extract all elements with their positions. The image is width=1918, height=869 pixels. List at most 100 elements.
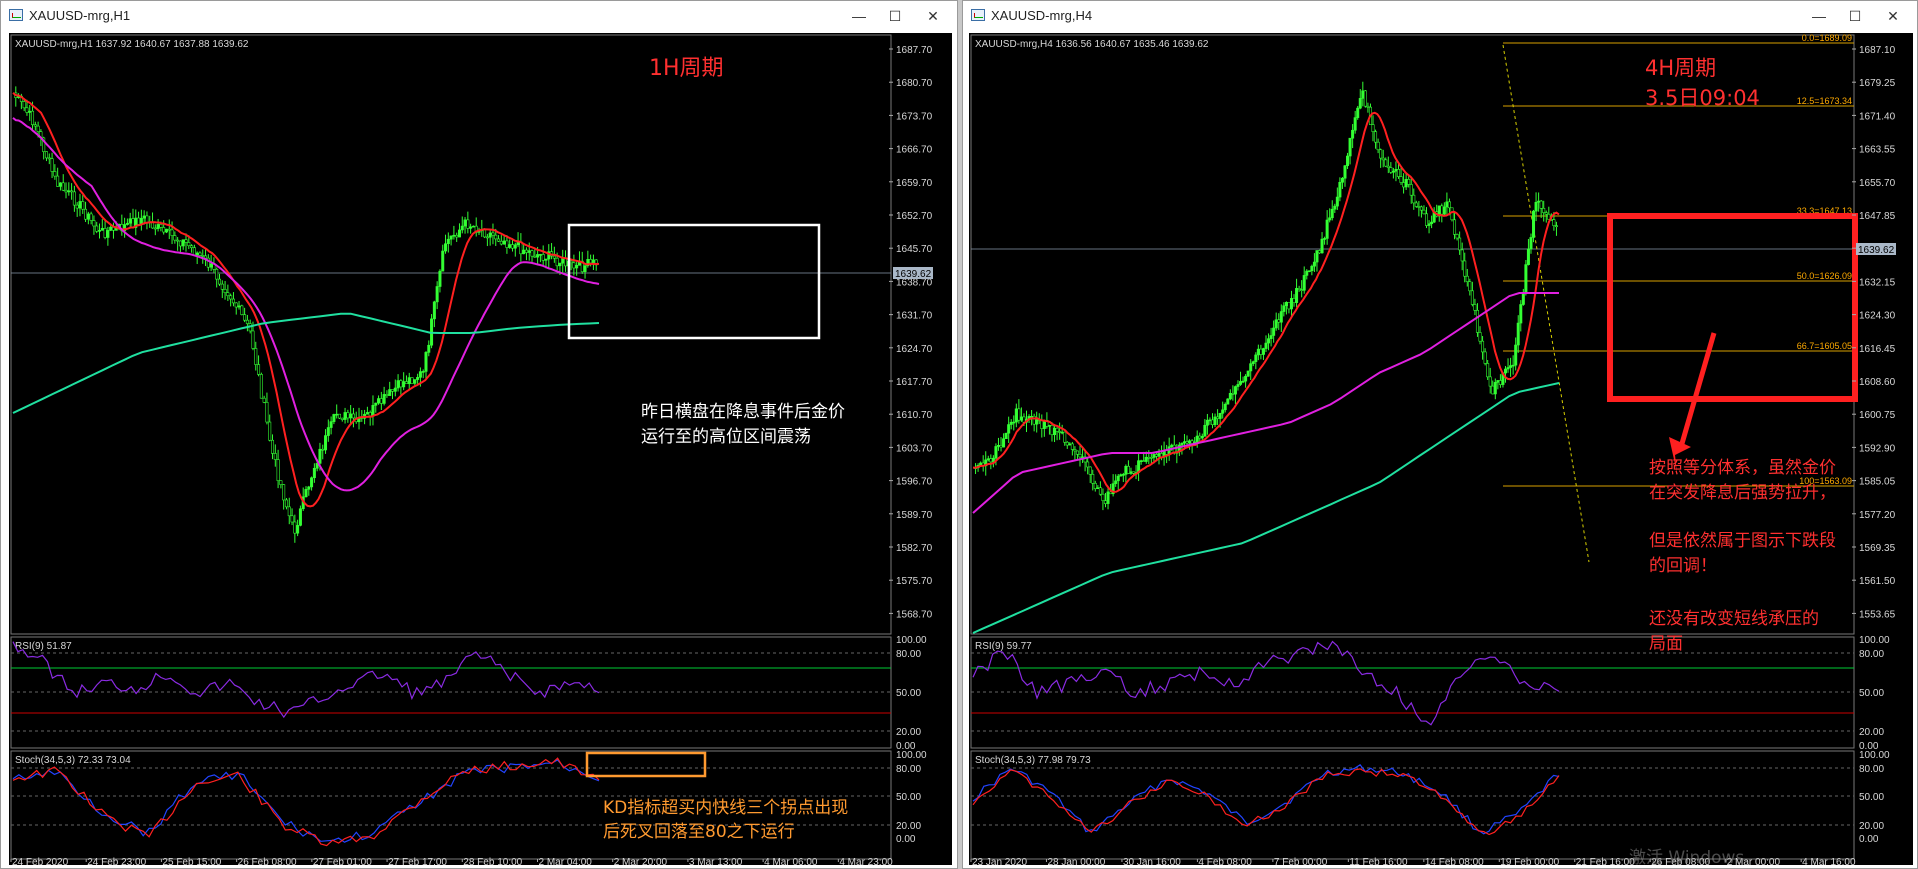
- candle-body: [1070, 443, 1074, 450]
- time-tick-label: 2 Mar 04:00: [538, 857, 592, 865]
- time-tick-label: 27 Feb 17:00: [388, 857, 447, 865]
- candle-body: [1114, 480, 1118, 484]
- candle-body: [1264, 342, 1268, 349]
- candle-body: [1223, 403, 1227, 411]
- price-tick-label: 1687.10: [1859, 45, 1896, 56]
- candle-body: [505, 240, 509, 248]
- price-tick-label: 1603.70: [896, 443, 933, 454]
- ma-mid-line: [972, 292, 1559, 514]
- fib-level-label: 12.5=1673.34: [1797, 96, 1852, 106]
- candle-body: [1320, 238, 1324, 254]
- candle-body: [1068, 443, 1072, 446]
- candle-body: [1088, 466, 1092, 475]
- candle-body: [1468, 281, 1472, 292]
- candle-body: [47, 157, 51, 160]
- candle-body: [201, 255, 205, 257]
- candle-body: [410, 377, 414, 384]
- time-axis: 24 Feb 2020 24 Feb 23:00 25 Feb 15:00 26 Fe…: [10, 857, 893, 865]
- close-button[interactable]: ✕: [1875, 5, 1911, 27]
- candle-body: [455, 234, 459, 238]
- candle-body: [67, 190, 71, 193]
- candle-body: [1404, 179, 1408, 188]
- candle-body: [167, 228, 171, 231]
- candle-body: [1047, 425, 1051, 427]
- candle-body: [402, 381, 406, 388]
- candle-body: [1030, 415, 1034, 418]
- candle-body: [1458, 237, 1462, 251]
- candle-body: [1394, 168, 1398, 172]
- candle-body: [1007, 424, 1011, 434]
- candle-body: [994, 446, 998, 459]
- candle-body: [61, 182, 65, 191]
- time-tick-label: 2 Mar 20:00: [614, 857, 668, 865]
- candle-body: [1188, 440, 1192, 444]
- candle-body: [1427, 223, 1431, 226]
- candle-body: [137, 217, 141, 225]
- rsi-level-label: 100.00: [1859, 635, 1890, 646]
- candle-body: [427, 344, 431, 353]
- candle-body: [1305, 270, 1309, 276]
- candle-body: [460, 225, 464, 231]
- candle-body: [251, 330, 255, 349]
- candle-body: [1139, 460, 1143, 462]
- candle-body: [488, 232, 492, 238]
- candle-body: [391, 389, 395, 392]
- candle-body: [552, 255, 556, 259]
- candle-body: [1511, 364, 1515, 367]
- note1-line-1: 按照等分体系，虽然金价: [1649, 458, 1836, 478]
- candle-body: [396, 380, 400, 389]
- candle-body: [1389, 167, 1393, 173]
- candle-body: [1419, 206, 1423, 211]
- stoch-level-labels: 100.00 80.00 50.00 20.00 0.00: [896, 750, 927, 845]
- stoch-level-label: 80.00: [896, 764, 921, 775]
- fib-level-label: 0.0=1689.09: [1802, 33, 1852, 43]
- note2-line-2: 的回调！: [1649, 556, 1717, 576]
- note2-line-1: 但是依然属于图示下跌段: [1649, 531, 1836, 551]
- price-tick-label: 1608.60: [1859, 377, 1896, 388]
- rsi-level-label: 50.00: [896, 688, 921, 699]
- chart-window-h1[interactable]: XAUUSD-mrg,H1 — ☐ ✕ XAUUSD-mrg,H1 1637.9…: [0, 0, 958, 869]
- candle-body: [349, 413, 353, 419]
- candle-body: [1129, 471, 1133, 474]
- candle-body: [1086, 461, 1090, 468]
- candle-body: [1205, 419, 1209, 426]
- candle-body: [558, 262, 562, 267]
- price-axis: 1687.10 1679.25 1671.40 1663.55 1655.70 1647.…: [1852, 45, 1896, 620]
- candle-body: [1300, 289, 1304, 291]
- chart-area[interactable]: XAUUSD-mrg,H1 1637.92 1640.67 1637.88 16…: [9, 33, 952, 865]
- candle-body: [351, 413, 355, 419]
- h1-chart-svg[interactable]: XAUUSD-mrg,H1 1637.92 1640.67 1637.88 16…: [9, 33, 952, 865]
- price-tick-label: 1585.05: [1859, 477, 1896, 488]
- minimize-button[interactable]: —: [1801, 5, 1837, 27]
- note-line-2: 运行至的高位区间震荡: [641, 427, 811, 447]
- chart-window-h4[interactable]: XAUUSD-mrg,H4 — ☐ ✕ 0.0=1689.09 12.5=1673…: [962, 0, 1918, 869]
- candle-body: [84, 208, 88, 220]
- chart-info-text: XAUUSD-mrg,H1 1637.92 1640.67 1637.88 16…: [15, 39, 249, 50]
- time-tick-label: 28 Feb 10:00: [463, 857, 522, 865]
- title-bar[interactable]: XAUUSD-mrg,H4 — ☐ ✕: [963, 1, 1917, 31]
- candle-body: [1249, 363, 1253, 372]
- candle-body: [1208, 419, 1212, 422]
- h4-chart-svg[interactable]: 0.0=1689.0912.5=1673.3433.3=1647.1350.0=…: [969, 33, 1913, 865]
- price-tick-label: 1645.70: [896, 244, 933, 255]
- kd-note-line-1: KD指标超买内快线三个拐点出现: [603, 798, 848, 818]
- candle-body: [1116, 475, 1120, 482]
- candle-body: [1534, 201, 1538, 212]
- note-line-1: 昨日横盘在降息事件后金价: [641, 402, 845, 422]
- stoch-level-label: 100.00: [1859, 750, 1890, 761]
- stoch-signal-line: [12, 757, 600, 847]
- maximize-button[interactable]: ☐: [1837, 5, 1873, 27]
- candle-body: [304, 489, 308, 498]
- price-tick-label: 1624.30: [1859, 311, 1896, 322]
- candle-body: [1312, 261, 1316, 267]
- candle-body: [1121, 474, 1125, 476]
- minimize-button[interactable]: —: [841, 5, 877, 27]
- close-button[interactable]: ✕: [915, 5, 951, 27]
- chart-area[interactable]: 0.0=1689.09 12.5=1673.34 33.3=1647.13 50.0=…: [969, 33, 1913, 865]
- candle-body: [1526, 248, 1530, 265]
- candle-body: [416, 377, 420, 380]
- candle-body: [190, 245, 194, 248]
- title-bar[interactable]: XAUUSD-mrg,H1 — ☐ ✕: [1, 1, 957, 31]
- candle-body: [1430, 221, 1434, 225]
- maximize-button[interactable]: ☐: [877, 5, 913, 27]
